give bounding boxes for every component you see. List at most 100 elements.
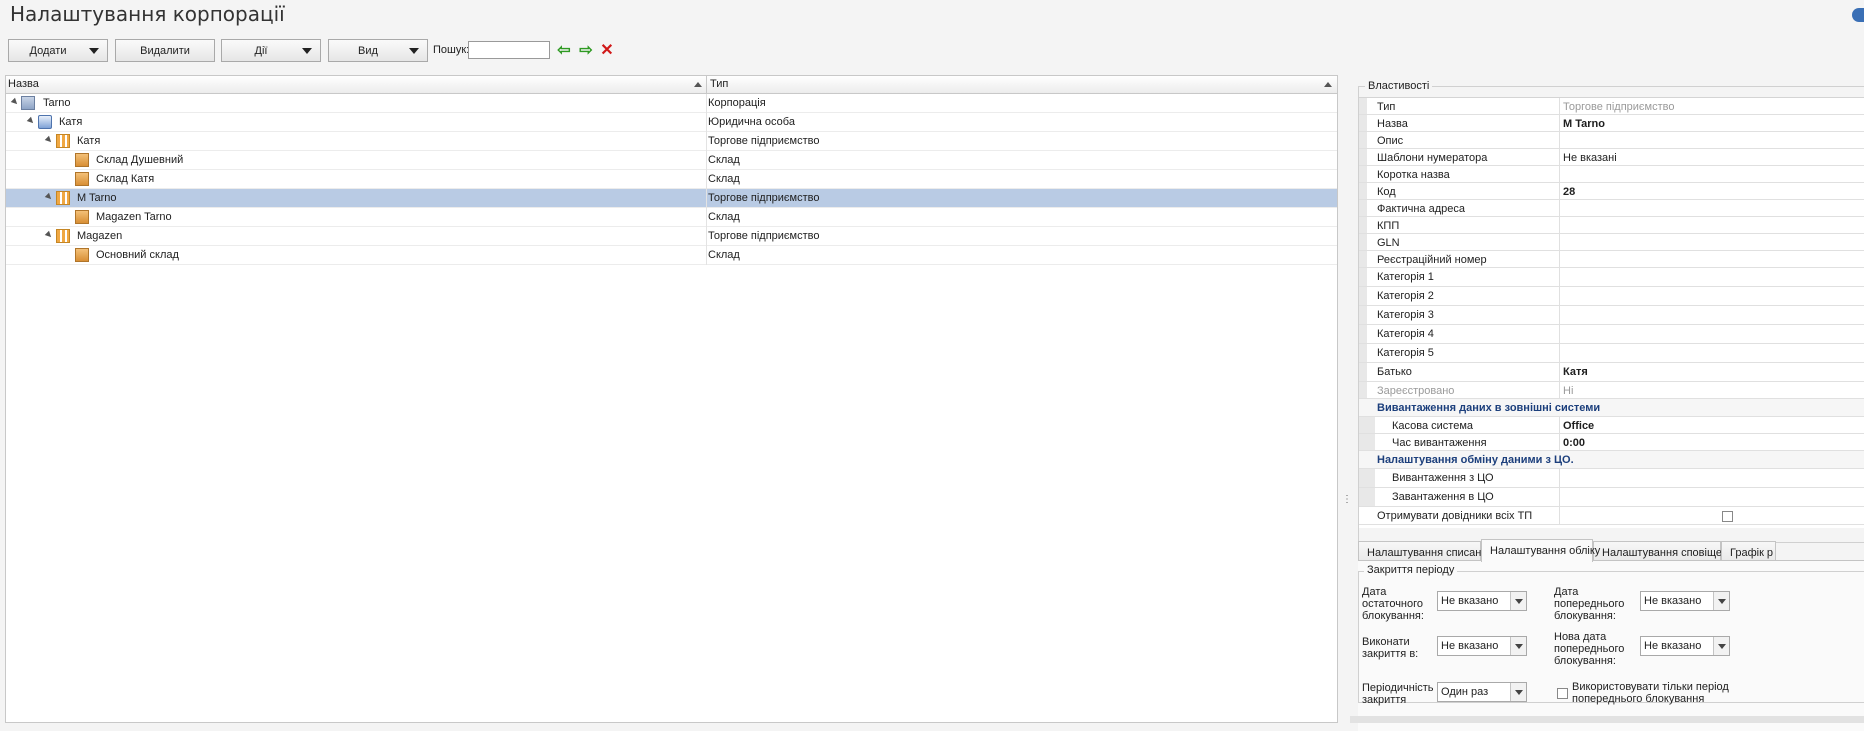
section-title: Налаштування обміну даними з ЦО. bbox=[1377, 454, 1574, 466]
tree-row-name: Основний склад bbox=[96, 249, 179, 261]
tree-row-type: Склад bbox=[708, 173, 740, 185]
property-row-get-all-refs[interactable]: Отримувати довідники всіх ТП bbox=[1359, 507, 1864, 525]
tree-row[interactable]: Основний склад Склад bbox=[6, 246, 1337, 265]
close-icon[interactable]: ✕ bbox=[598, 42, 616, 60]
horizontal-scrollbar[interactable] bbox=[1350, 716, 1864, 723]
column-divider bbox=[706, 227, 707, 246]
prev-block-date-select[interactable]: Не вказано bbox=[1640, 591, 1730, 611]
property-row-gln[interactable]: GLN bbox=[1359, 234, 1864, 251]
tab-write-off[interactable]: Налаштування списання bbox=[1358, 541, 1493, 561]
panel-splitter[interactable]: ⋮ bbox=[1342, 494, 1352, 510]
tree-row-selected[interactable]: M Tarno Торгове підприємство bbox=[6, 189, 1337, 208]
row-margin bbox=[1359, 488, 1375, 506]
property-row-export-time[interactable]: Час вивантаження 0:00 bbox=[1359, 434, 1864, 451]
view-button[interactable]: Вид bbox=[328, 39, 428, 62]
tree-row[interactable]: Склад Катя Склад bbox=[6, 170, 1337, 189]
property-row-code[interactable]: Код 28 bbox=[1359, 183, 1864, 200]
row-margin bbox=[1359, 363, 1367, 381]
tree-row-name: Magazen bbox=[77, 230, 123, 242]
property-row-category-3[interactable]: Категорія 3 bbox=[1359, 306, 1864, 325]
property-row-numerator[interactable]: Шаблони нумератора Не вказані bbox=[1359, 149, 1864, 166]
property-key: Опис bbox=[1377, 135, 1404, 147]
property-row-category-2[interactable]: Категорія 2 bbox=[1359, 287, 1864, 306]
divider bbox=[1559, 268, 1560, 286]
sort-asc-icon[interactable] bbox=[1324, 82, 1332, 87]
chevron-down-icon[interactable] bbox=[1510, 637, 1526, 655]
tree-row-type: Торгове підприємство bbox=[708, 192, 820, 204]
arrow-right-icon[interactable]: ⇨ bbox=[577, 42, 595, 60]
tree-row[interactable]: Катя Торгове підприємство bbox=[6, 132, 1337, 151]
use-prev-only-checkbox[interactable] bbox=[1557, 688, 1568, 699]
search-input[interactable] bbox=[468, 41, 550, 59]
property-value: 0:00 bbox=[1563, 437, 1586, 449]
expand-arrow-icon[interactable] bbox=[44, 230, 54, 240]
property-row-address[interactable]: Фактична адреса bbox=[1359, 200, 1864, 217]
property-row-kpp[interactable]: КПП bbox=[1359, 217, 1864, 234]
column-divider[interactable] bbox=[706, 76, 707, 93]
column-divider bbox=[706, 151, 707, 170]
new-prev-block-date-select[interactable]: Не вказано bbox=[1640, 636, 1730, 656]
row-margin bbox=[1359, 183, 1367, 199]
row-margin bbox=[1359, 251, 1367, 267]
row-margin bbox=[1359, 132, 1367, 148]
arrow-left-icon[interactable]: ⇦ bbox=[555, 42, 573, 60]
column-header-name[interactable]: Назва bbox=[8, 78, 39, 90]
column-divider bbox=[706, 94, 707, 113]
tab-schedule[interactable]: Графік р bbox=[1721, 541, 1776, 561]
actions-button[interactable]: Дії bbox=[221, 39, 321, 62]
get-all-refs-checkbox[interactable] bbox=[1722, 511, 1733, 522]
tree-row[interactable]: Magazen Торгове підприємство bbox=[6, 227, 1337, 246]
tree-row[interactable]: Склад Душевний Склад bbox=[6, 151, 1337, 170]
section-exchange-header[interactable]: Налаштування обміну даними з ЦО.▴ bbox=[1359, 451, 1864, 469]
tree-row-type: Торгове підприємство bbox=[708, 230, 820, 242]
property-row-category-1[interactable]: Категорія 1 bbox=[1359, 268, 1864, 287]
divider bbox=[1559, 287, 1560, 305]
property-key: Касова система bbox=[1392, 420, 1474, 432]
property-key: Отримувати довідники всіх ТП bbox=[1377, 510, 1533, 522]
property-row-type[interactable]: Тип Торгове підприємство bbox=[1359, 98, 1864, 115]
chevron-down-icon[interactable] bbox=[1510, 592, 1526, 610]
chevron-down-icon[interactable] bbox=[1713, 637, 1729, 655]
final-block-date-select[interactable]: Не вказано bbox=[1437, 591, 1527, 611]
tree-row-type: Торгове підприємство bbox=[708, 135, 820, 147]
property-row-reg-number[interactable]: Реєстраційний номер bbox=[1359, 251, 1864, 268]
expand-arrow-icon[interactable] bbox=[44, 192, 54, 202]
expand-arrow-icon[interactable] bbox=[44, 135, 54, 145]
property-row-export-from-co[interactable]: Вивантаження з ЦО bbox=[1359, 469, 1864, 488]
section-export-header[interactable]: Вивантаження даних в зовнішні системи▴ bbox=[1359, 399, 1864, 417]
property-row-cash-system[interactable]: Касова система Office bbox=[1359, 417, 1864, 434]
property-key: Час вивантаження bbox=[1392, 437, 1487, 449]
property-row-registered[interactable]: Зареєстровано Ні bbox=[1359, 382, 1864, 399]
expand-arrow-icon[interactable] bbox=[26, 116, 36, 126]
property-row-category-4[interactable]: Категорія 4 bbox=[1359, 325, 1864, 344]
property-value: Office bbox=[1563, 420, 1595, 432]
close-in-select[interactable]: Не вказано bbox=[1437, 636, 1527, 656]
periodicity-select[interactable]: Один раз bbox=[1437, 682, 1527, 702]
property-row-name[interactable]: Назва M Tarno bbox=[1359, 115, 1864, 132]
property-row-import-to-co[interactable]: Завантаження в ЦО bbox=[1359, 488, 1864, 507]
column-header-type[interactable]: Тип bbox=[710, 78, 728, 90]
sort-asc-icon[interactable] bbox=[694, 82, 702, 87]
tree-row[interactable]: Катя Юридична особа bbox=[6, 113, 1337, 132]
trade-enterprise-icon bbox=[56, 191, 70, 205]
tree-row-name: Склад Душевний bbox=[96, 154, 184, 166]
delete-button[interactable]: Видалити bbox=[115, 39, 215, 62]
tree-row-type: Склад bbox=[708, 154, 740, 166]
help-icon[interactable] bbox=[1852, 8, 1864, 22]
tab-label: Налаштування сповіщень bbox=[1602, 547, 1734, 559]
expand-arrow-icon[interactable] bbox=[10, 97, 20, 107]
tab-notifications[interactable]: Налаштування сповіщень bbox=[1593, 541, 1734, 561]
property-row-parent[interactable]: Батько Катя bbox=[1359, 363, 1864, 382]
property-row-category-5[interactable]: Категорія 5 bbox=[1359, 344, 1864, 363]
tree-row[interactable]: Tarno Корпорація bbox=[6, 94, 1337, 113]
property-row-description[interactable]: Опис bbox=[1359, 132, 1864, 149]
add-button[interactable]: Додати bbox=[8, 39, 108, 62]
warehouse-icon bbox=[75, 248, 89, 262]
property-row-short-name[interactable]: Коротка назва bbox=[1359, 166, 1864, 183]
column-divider bbox=[706, 113, 707, 132]
chevron-down-icon[interactable] bbox=[1510, 683, 1526, 701]
select-value: Не вказано bbox=[1644, 595, 1702, 607]
tab-accounting[interactable]: Налаштування обліку bbox=[1481, 539, 1600, 562]
tree-row[interactable]: Magazen Tarno Склад bbox=[6, 208, 1337, 227]
chevron-down-icon[interactable] bbox=[1713, 592, 1729, 610]
